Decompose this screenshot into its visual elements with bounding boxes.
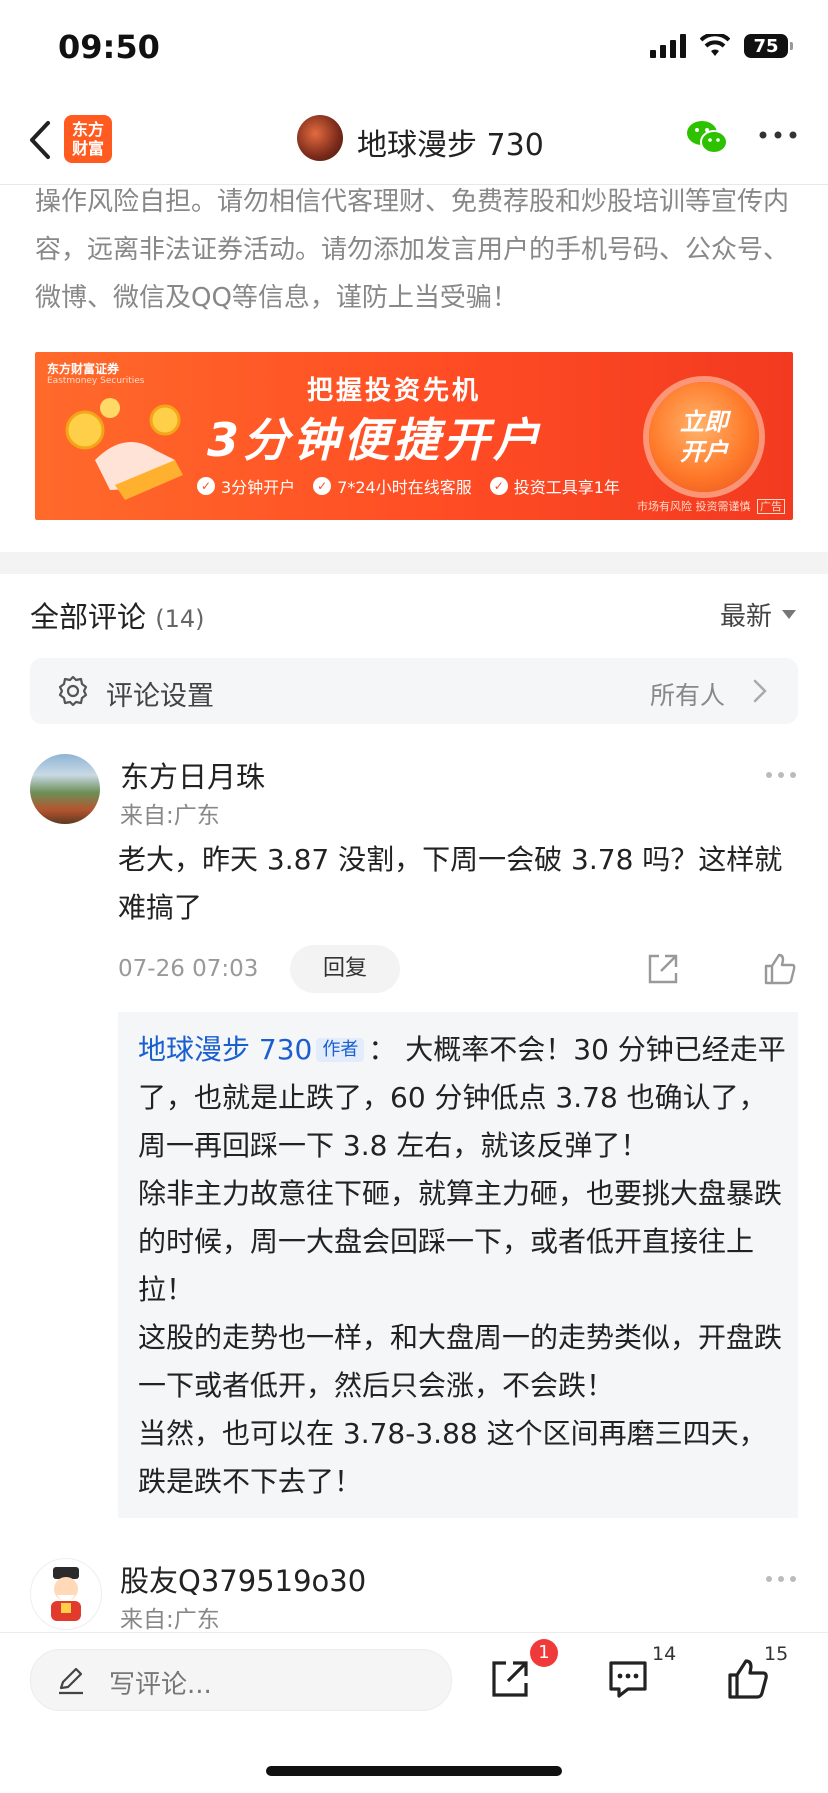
ad-risk-text: 市场有风险 投资需谨慎 — [637, 500, 751, 513]
gear-icon — [58, 675, 88, 707]
page-title[interactable]: 地球漫步 730 — [357, 120, 544, 164]
comment-count: 14 — [652, 1643, 677, 1665]
nav-bar: 东方 财富 地球漫步 730 — [0, 95, 828, 185]
check-icon: ✓ — [197, 477, 215, 495]
home-indicator — [266, 1766, 562, 1776]
ad-banner[interactable]: 东方财富证券 Eastmoney Securities 把握投资先机 3分钟便捷… — [35, 352, 793, 520]
comment-placeholder: 写评论... — [109, 1670, 212, 1700]
nav-divider — [0, 184, 828, 185]
share-badge: 1 — [530, 1639, 558, 1667]
coin-hand-icon — [65, 398, 183, 500]
logo-line2: 财富 — [71, 139, 104, 158]
comment-more-icon[interactable] — [764, 1574, 798, 1584]
ad-brand-en: Eastmoney Securities — [47, 376, 145, 386]
ad-headline: 把握投资先机 — [307, 376, 482, 406]
reply-line: 当然，也可以在 3.78-3.88 这个区间再磨三四天，跌是跌不下去了！ — [138, 1417, 767, 1498]
wechat-share-icon[interactable] — [685, 117, 729, 157]
fortune-god-icon — [51, 1567, 81, 1621]
battery-level: 75 — [753, 35, 779, 57]
battery-icon: 75 — [744, 34, 793, 58]
check-icon: ✓ — [313, 477, 332, 495]
ad-brand: 东方财富证券 — [47, 362, 120, 376]
comment-username[interactable]: 股友Q379519o30 — [120, 1558, 366, 1600]
ad-risk-note: 市场有风险 投资需谨慎 广告 — [637, 498, 785, 514]
ad-feature: ✓ 投资工具享1年 — [489, 474, 620, 498]
ad-feature-label: 7*24小时在线客服 — [337, 478, 472, 497]
ad-tag: 广告 — [757, 499, 785, 514]
comment-more-icon[interactable] — [764, 770, 798, 780]
comment-settings-row[interactable]: 评论设置 所有人 — [30, 658, 798, 724]
like-icon[interactable] — [762, 951, 798, 987]
ad-features: ✓ 3分钟开户 ✓ 7*24小时在线客服 ✓ 投资工具享1年 — [197, 474, 620, 498]
comment-settings-value: 所有人 — [650, 681, 726, 710]
disclaimer-clip: 操作风险自担。请勿相信代客理财、免费荐股和炒股培训等宣传内容，远离非法证券活动。… — [0, 186, 828, 316]
ad-cta-line2: 开户 — [680, 438, 728, 466]
sort-label: 最新 — [720, 602, 773, 632]
comment-location: 来自:广东 — [120, 1607, 220, 1633]
like-count: 15 — [764, 1643, 789, 1665]
risk-disclaimer: 操作风险自担。请勿相信代客理财、免费荐股和炒股培训等宣传内容，远离非法证券活动。… — [35, 187, 790, 313]
share-icon[interactable] — [645, 951, 681, 987]
comments-title-text: 全部评论 — [30, 600, 147, 634]
ad-feature: ✓ 3分钟开户 — [197, 474, 295, 498]
more-icon[interactable] — [758, 129, 798, 141]
ad-feature-label: 3分钟开户 — [221, 478, 296, 497]
comment-icon[interactable] — [606, 1657, 650, 1701]
sort-dropdown[interactable]: 最新 — [720, 596, 797, 633]
comment-settings-label: 评论设置 — [106, 681, 214, 712]
back-icon[interactable] — [24, 117, 60, 163]
author-reply: 地球漫步 730 作者： 大概率不会！30 分钟已经走平了，也就是止跌了，60 分… — [118, 1012, 798, 1518]
author-avatar[interactable] — [297, 115, 343, 161]
comment-username[interactable]: 东方日月珠 — [120, 754, 265, 796]
caret-down-icon — [782, 610, 797, 619]
reply-separator: ： — [368, 1033, 397, 1066]
status-icons: 75 — [650, 34, 793, 58]
comment-text: 老大，昨天 3.87 没割，下周一会破 3.78 吗？这样就难搞了 — [118, 843, 783, 924]
logo-line1: 东方 — [71, 120, 104, 139]
chevron-right-icon — [753, 679, 767, 703]
share-icon[interactable] — [488, 1657, 532, 1701]
reply-line: 除非主力故意往下砸，就算主力砸，也要挑大盘暴跌的时候，周一大盘会回踩一下，或者低… — [138, 1177, 783, 1306]
ad-cta-line1: 立即 — [680, 408, 728, 436]
ad-feature-label: 投资工具享1年 — [513, 478, 620, 497]
section-divider — [0, 552, 828, 574]
avatar[interactable] — [30, 754, 100, 824]
ad-feature: ✓ 7*24小时在线客服 — [313, 474, 472, 498]
wifi-icon — [700, 34, 730, 56]
comments-count: (14) — [155, 605, 205, 633]
comment-location: 来自:广东 — [120, 803, 220, 829]
reply-author-name[interactable]: 地球漫步 730 — [138, 1033, 312, 1066]
comment-time: 07-26 07:03 — [118, 956, 259, 982]
author-reply-text: 地球漫步 730 作者： 大概率不会！30 分钟已经走平了，也就是止跌了，60 分… — [138, 1026, 788, 1506]
comments-title: 全部评论 (14) — [30, 594, 205, 636]
reply-line: 这股的走势也一样，和大盘周一的走势类似，开盘跌一下或者低开，然后只会涨，不会跌！ — [138, 1321, 783, 1402]
eastmoney-logo[interactable]: 东方 财富 — [64, 115, 112, 163]
ad-main-slogan: 3分钟便捷开户 — [207, 413, 544, 467]
pencil-icon — [59, 1667, 83, 1695]
avatar[interactable] — [30, 1558, 102, 1630]
check-icon: ✓ — [489, 477, 508, 495]
open-account-button[interactable]: 立即 开户 — [649, 382, 759, 492]
signal-icon — [650, 34, 686, 58]
comment-input[interactable]: 写评论... — [30, 1649, 452, 1711]
author-tag: 作者 — [316, 1038, 365, 1062]
status-time: 09:50 — [58, 28, 160, 66]
reply-button[interactable]: 回复 — [290, 945, 400, 993]
